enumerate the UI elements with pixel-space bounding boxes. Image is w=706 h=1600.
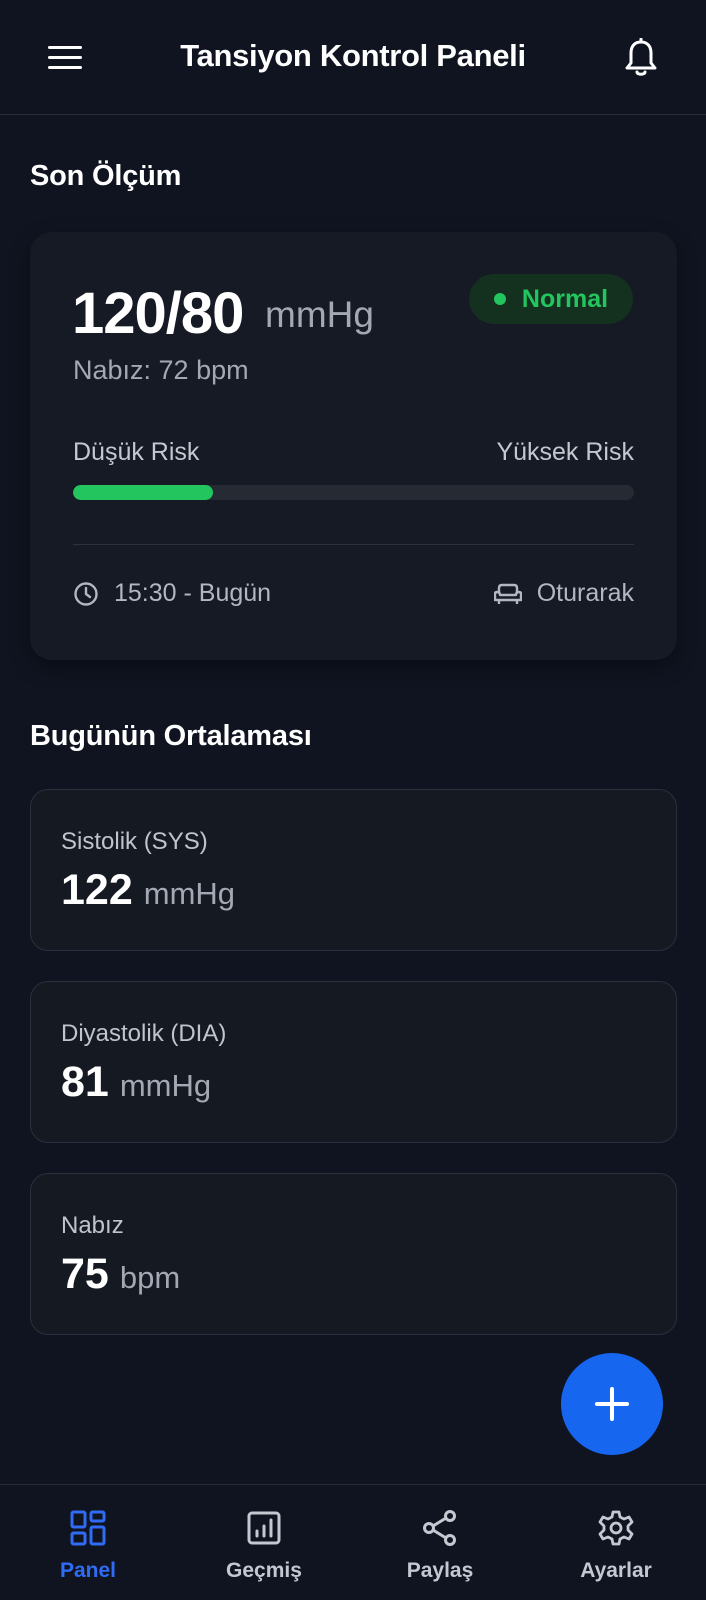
pulse-label: Nabız <box>61 1212 124 1239</box>
status-badge: Normal <box>469 274 633 324</box>
systolic-label: Sistolik (SYS) <box>61 828 208 855</box>
risk-bar <box>73 485 634 500</box>
gear-icon <box>598 1510 634 1546</box>
nav-item-panel[interactable]: Panel <box>0 1485 176 1600</box>
systolic-unit: mmHg <box>143 876 236 911</box>
risk-high-label: Yüksek Risk <box>496 438 634 466</box>
nav-label-share: Paylaş <box>406 1559 474 1582</box>
nav-label-history: Geçmiş <box>226 1559 302 1582</box>
plus-icon <box>595 1387 629 1421</box>
systolic-value: 122 <box>61 866 133 914</box>
pulse-value: 75 <box>61 1250 109 1298</box>
blood-pressure-unit: mmHg <box>265 294 374 335</box>
today-average-title: Bugünün Ortalaması <box>30 720 312 752</box>
hamburger-menu-icon[interactable] <box>48 46 84 70</box>
measurement-time-text: 15:30 - Bugün <box>114 579 272 607</box>
bell-icon[interactable] <box>622 37 660 78</box>
pulse-text: Nabız: 72 bpm <box>73 355 249 385</box>
diastolic-unit: mmHg <box>119 1068 212 1103</box>
systolic-average-card[interactable]: Sistolik (SYS) 122 mmHg <box>30 789 677 951</box>
nav-item-share[interactable]: Paylaş <box>352 1485 528 1600</box>
share-icon <box>423 1510 456 1546</box>
dashboard-icon <box>70 1510 106 1546</box>
nav-label-panel: Panel <box>59 1559 117 1582</box>
nav-item-settings[interactable]: Ayarlar <box>528 1485 704 1600</box>
divider <box>73 544 634 545</box>
measurement-position: Oturarak <box>493 579 634 608</box>
chart-icon <box>247 1511 281 1545</box>
risk-bar-fill <box>73 485 214 500</box>
page-title: Tansiyon Kontrol Paneli <box>180 38 526 73</box>
nav-item-history[interactable]: Geçmiş <box>176 1485 352 1600</box>
pulse-average-card[interactable]: Nabız 75 bpm <box>30 1173 677 1335</box>
bottom-navigation: Panel Geçmiş Paylaş Ayarlar <box>0 1484 706 1600</box>
app-header: Tansiyon Kontrol Paneli <box>0 0 706 115</box>
clock-icon <box>74 581 98 606</box>
measurement-time: 15:30 - Bugün <box>73 579 271 608</box>
add-measurement-button[interactable] <box>561 1353 663 1455</box>
status-dot-icon <box>493 293 506 305</box>
last-measurement-title: Son Ölçüm <box>30 160 182 192</box>
risk-low-label: Düşük Risk <box>73 438 200 466</box>
diastolic-label: Diyastolik (DIA) <box>61 1020 227 1047</box>
status-label: Normal <box>521 284 609 313</box>
diastolic-value: 81 <box>61 1058 109 1106</box>
sofa-icon <box>493 583 522 604</box>
nav-label-settings: Ayarlar <box>580 1559 652 1582</box>
measurement-position-text: Oturarak <box>536 579 634 607</box>
blood-pressure-value: 120/80 <box>72 281 244 346</box>
diastolic-average-card[interactable]: Diyastolik (DIA) 81 mmHg <box>30 981 677 1143</box>
pulse-unit: bpm <box>119 1260 181 1295</box>
last-measurement-card[interactable]: 120/80 mmHg Nabız: 72 bpm Normal Düşük R… <box>30 232 677 660</box>
